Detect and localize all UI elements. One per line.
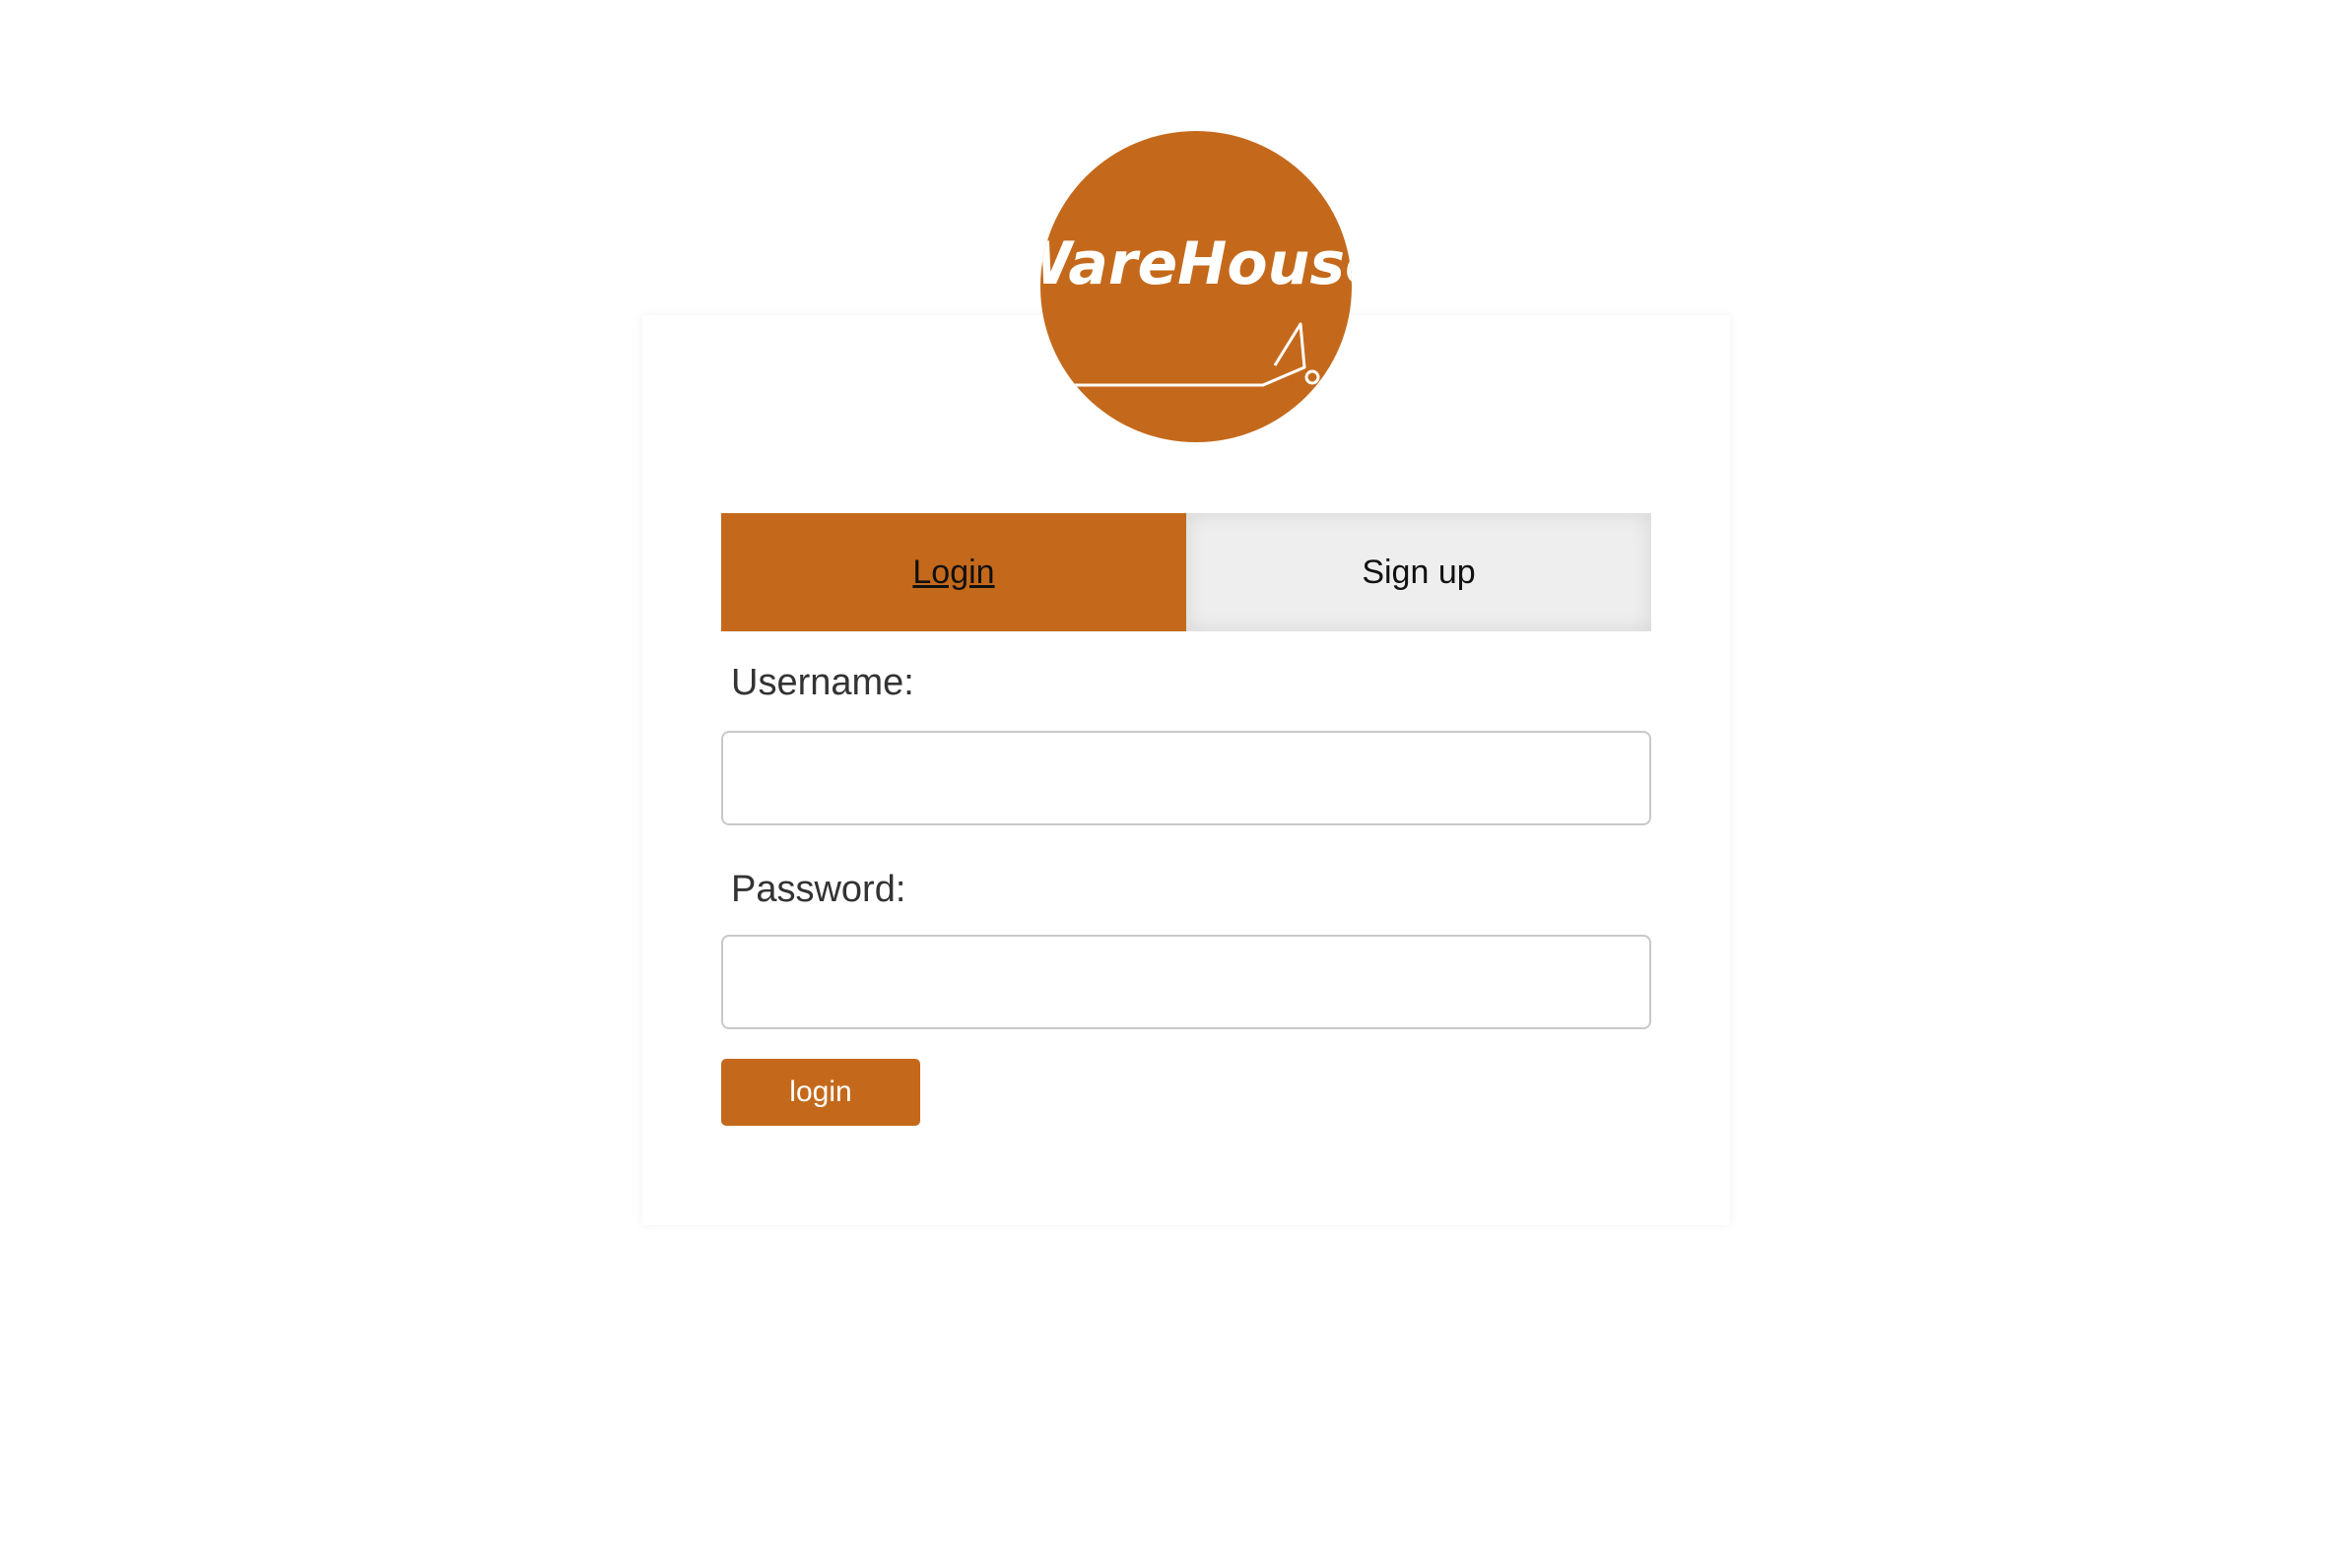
auth-tabs: Login Sign up — [721, 513, 1651, 631]
password-label: Password: — [731, 869, 906, 910]
warehouse-logo: WareHouse — [1040, 131, 1352, 442]
page: Login Sign up Username: Password: login … — [0, 0, 2333, 1568]
tab-sign-up[interactable]: Sign up — [1186, 513, 1651, 631]
login-card: Login Sign up Username: Password: login — [642, 315, 1730, 1225]
username-label: Username: — [731, 662, 914, 703]
logo-text: WareHouse — [1040, 229, 1352, 298]
username-input[interactable] — [721, 731, 1651, 825]
warehouse-logo-icon: WareHouse — [1040, 229, 1352, 387]
password-input[interactable] — [721, 935, 1651, 1029]
login-submit-button[interactable]: login — [721, 1059, 920, 1126]
tab-login[interactable]: Login — [721, 513, 1186, 631]
